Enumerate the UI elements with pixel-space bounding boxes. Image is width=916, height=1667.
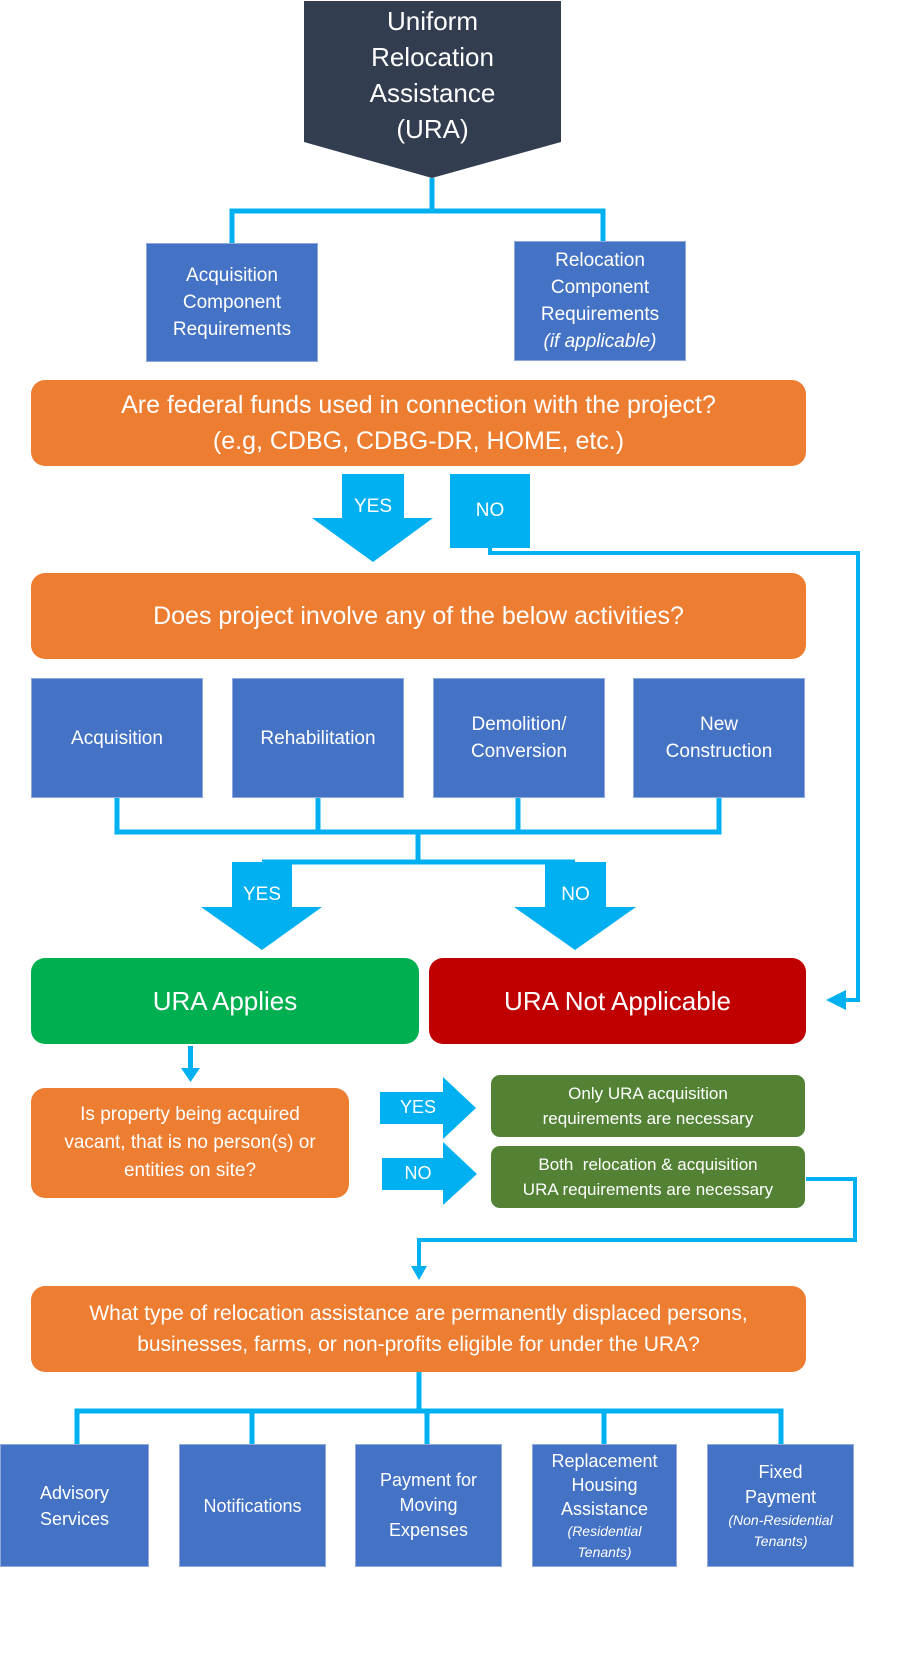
question-line: Is property being acquired [80, 1104, 300, 1125]
result-line: requirements are necessary [542, 1109, 754, 1128]
yes-label-3: YES [399, 1097, 437, 1117]
outcome-label: URA Not Applicable [504, 985, 731, 1016]
assistance-replacement-housing: Replacement Housing Assistance (Resident… [532, 1444, 677, 1567]
result-line: URA requirements are necessary [522, 1180, 774, 1199]
assistance-advisory-services: Advisory Services [0, 1444, 149, 1567]
question-line: businesses, farms, or non-profits eligib… [137, 1333, 700, 1356]
relocation-component-box: Relocation Component Requirements (if ap… [514, 241, 686, 361]
question-line: Are federal funds used in connection wit… [121, 391, 716, 419]
no-label-3: NO [404, 1163, 432, 1183]
assistance-fixed-payment: Fixed Payment (Non-Residential Tenants) [707, 1444, 854, 1567]
activities-question: Does project involve any of the below ac… [31, 573, 806, 659]
box-line: Rehabilitation [260, 727, 376, 749]
title-line: Relocation [371, 42, 494, 72]
question-line: What type of relocation assistance are p… [89, 1302, 748, 1325]
no-label-2: NO [561, 884, 590, 905]
box-line: Construction [665, 741, 773, 762]
box-line: Moving [399, 1495, 458, 1515]
both-requirements-result: Both relocation & acquisition URA requir… [491, 1146, 805, 1208]
yes-down-arrow-1 [312, 474, 433, 562]
box-note: Tenants) [753, 1532, 808, 1549]
ura-not-applicable-box: URA Not Applicable [429, 958, 806, 1044]
no-route-arrowhead [826, 990, 846, 1010]
box-line: Expenses [388, 1520, 469, 1540]
box-line: Relocation [555, 250, 645, 271]
activity-new-construction: New Construction [633, 678, 805, 798]
title-node: Uniform Relocation Assistance (URA) [304, 0, 561, 150]
activity-acquisition: Acquisition [31, 678, 203, 798]
title-line: (URA) [396, 114, 469, 144]
acquisition-component-box: Acquisition Component Requirements [146, 243, 318, 362]
assistance-moving-expenses: Payment for Moving Expenses [355, 1444, 502, 1567]
box-line: Services [39, 1508, 110, 1529]
activities-connector [114, 797, 722, 865]
box-line: Requirements [540, 304, 660, 325]
acquisition-only-result: Only URA acquisition requirements are ne… [491, 1075, 805, 1137]
box-line: Conversion [470, 741, 568, 762]
box-line: Requirements [172, 319, 292, 340]
connector-layer [74, 1, 860, 1444]
ura-applies-box: URA Applies [31, 958, 419, 1044]
vacant-property-question: Is property being acquired vacant, that … [31, 1088, 349, 1198]
box-note: (Residential [567, 1522, 642, 1539]
yes-label-1: YES [353, 496, 393, 517]
box-note: (Non-Residential [728, 1511, 833, 1528]
box-line: Notifications [203, 1495, 302, 1516]
title-line: Uniform [386, 6, 478, 36]
yes-label-2: YES [242, 884, 282, 905]
question-line: (e.g, CDBG, CDBG-DR, HOME, etc.) [212, 427, 625, 455]
applies-down-arrowhead [181, 1068, 200, 1082]
yes-down-arrow-2 [201, 862, 322, 950]
box-line: New [699, 714, 738, 735]
question-line: entities on site? [123, 1160, 257, 1181]
question-line: Does project involve any of the below ac… [153, 601, 684, 630]
activity-rehabilitation: Rehabilitation [232, 678, 404, 798]
both-route-arrowhead [411, 1266, 427, 1280]
box-line: Acquisition [186, 265, 278, 286]
box-line: Payment [744, 1486, 817, 1507]
box-line: Advisory [39, 1482, 110, 1503]
result-line: Only URA acquisition [568, 1084, 728, 1103]
box-line: Assistance [560, 1498, 649, 1519]
box-line: Demolition/ [471, 714, 567, 735]
box-line: Component [182, 292, 282, 313]
outcome-label: URA Applies [152, 985, 298, 1016]
box-line: Payment for [379, 1470, 478, 1490]
relocation-assistance-question: What type of relocation assistance are p… [31, 1286, 806, 1372]
assistance-notifications: Notifications [179, 1444, 326, 1567]
box-line: Fixed [758, 1461, 803, 1482]
title-connector [229, 178, 606, 243]
activity-demolition-conversion: Demolition/ Conversion [433, 678, 605, 798]
assistance-connector [74, 1371, 784, 1444]
no-down-arrow-2 [514, 862, 636, 950]
box-note: Tenants) [577, 1543, 632, 1560]
no-label-1: NO [475, 500, 505, 521]
box-line: Replacement [551, 1450, 658, 1471]
box-note: (if applicable) [543, 331, 657, 352]
applies-down-line [188, 1046, 193, 1070]
box-line: Housing [571, 1474, 638, 1495]
box-line: Acquisition [71, 727, 163, 749]
federal-funds-question: Are federal funds used in connection wit… [31, 380, 806, 466]
title-line: Assistance [369, 78, 496, 108]
box-line: Component [550, 277, 650, 298]
question-line: vacant, that is no person(s) or [64, 1132, 316, 1153]
result-line: Both relocation & acquisition [538, 1155, 758, 1174]
